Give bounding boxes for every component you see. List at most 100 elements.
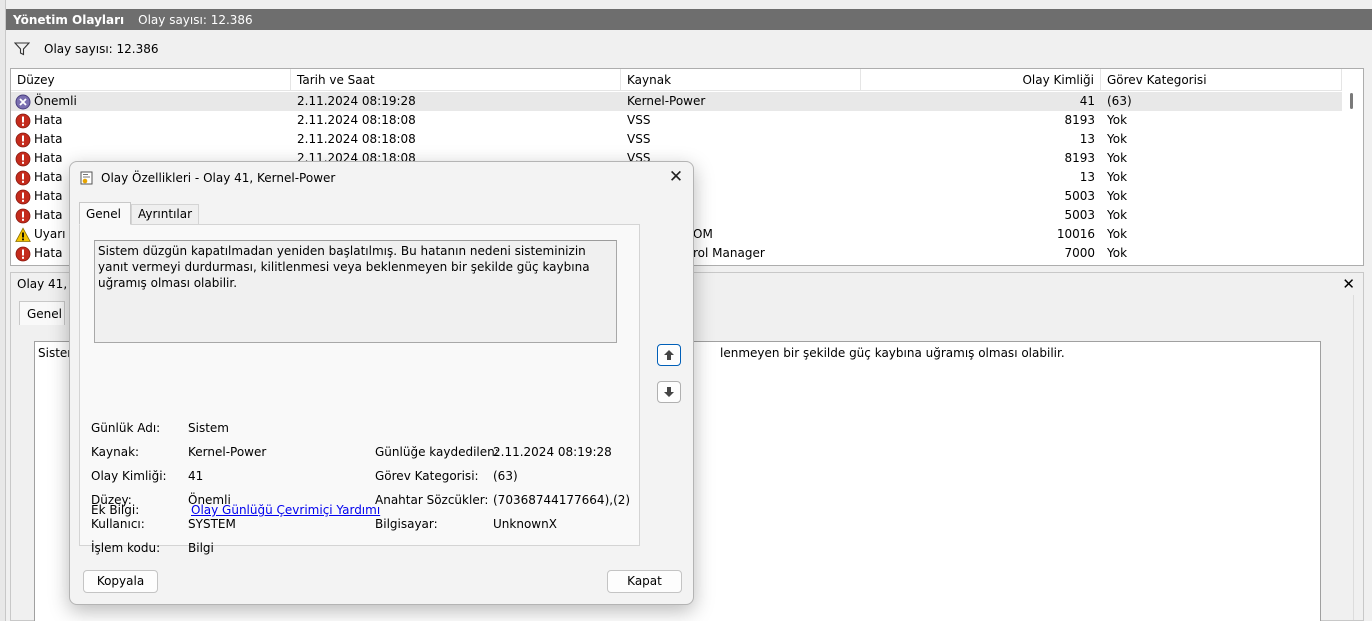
- event-id-cell: 8193: [1064, 113, 1095, 127]
- task-category-cell: Yok: [1107, 151, 1128, 165]
- table-row[interactable]: Hata 2.11.2024 08:18:08 VSS 13 Yok: [11, 130, 1342, 149]
- error-icon: [15, 113, 31, 129]
- level-text: Hata: [34, 189, 63, 203]
- dialog-title: Olay Özellikleri - Olay 41, Kernel-Power: [101, 170, 336, 185]
- next-event-button[interactable]: [657, 381, 681, 403]
- task-category-cell: Yok: [1107, 113, 1128, 127]
- event-id-cell: 13: [1079, 132, 1095, 146]
- date-cell: 2.11.2024 08:19:28: [297, 94, 416, 108]
- level-text: Hata: [34, 208, 63, 222]
- level-text: Hata: [34, 246, 63, 260]
- source-cell: Kernel-Power: [627, 94, 706, 108]
- error-icon: [15, 189, 31, 205]
- error-icon: [15, 170, 31, 186]
- computer-value: UnknownX: [493, 517, 557, 531]
- event-id-cell: 13: [1079, 170, 1095, 184]
- level-cell: Hata: [11, 111, 291, 130]
- task-category-label: Görev Kategorisi:: [375, 469, 479, 483]
- view-event-count: Olay sayısı: 12.386: [138, 12, 253, 27]
- level-text: Hata: [34, 170, 63, 184]
- filter-icon[interactable]: [14, 42, 30, 56]
- computer-label: Bilgisayar:: [375, 517, 438, 531]
- task-category-value: (63): [493, 469, 518, 483]
- source-cell: VSS: [627, 132, 651, 146]
- dialog-close-button[interactable]: ✕: [667, 167, 685, 187]
- warning-icon: [15, 226, 31, 243]
- task-category-cell: (63): [1107, 94, 1132, 108]
- tab-details[interactable]: Ayrıntılar: [131, 204, 200, 224]
- level-text: Hata: [34, 113, 63, 127]
- event-id-cell: 10016: [1056, 227, 1095, 241]
- view-title: Yönetim Olayları: [13, 12, 125, 27]
- filter-bar: Olay sayısı: 12.386: [6, 31, 1372, 67]
- table-scrollbar-thumb[interactable]: [1350, 93, 1353, 109]
- error-icon: [15, 246, 31, 262]
- event-id-cell: 8193: [1064, 151, 1095, 165]
- preview-description-right: lenmeyen bir şekilde güç kaybına uğramış…: [720, 346, 1065, 360]
- event-id-cell: 41: [1079, 94, 1095, 108]
- task-category-cell: Yok: [1107, 132, 1128, 146]
- view-header: Yönetim Olayları Olay sayısı: 12.386: [6, 9, 1372, 30]
- column-header-task-category[interactable]: Görev Kategorisi: [1101, 69, 1342, 91]
- arrow-up-icon: [664, 350, 674, 360]
- preview-close-icon[interactable]: ✕: [1342, 275, 1355, 293]
- critical-icon: [15, 94, 31, 110]
- source-label: Kaynak:: [91, 445, 140, 459]
- level-text: Hata: [34, 151, 63, 165]
- task-category-cell: Yok: [1107, 246, 1128, 260]
- previous-event-button[interactable]: [657, 344, 681, 366]
- level-text: Hata: [34, 132, 63, 146]
- event-id-cell: 5003: [1064, 208, 1095, 222]
- event-properties-dialog: Olay Özellikleri - Olay 41, Kernel-Power…: [69, 161, 694, 605]
- column-header-source[interactable]: Kaynak: [621, 69, 861, 91]
- table-header: Düzey Tarih ve Saat Kaynak Olay Kimliği …: [11, 69, 1342, 91]
- event-id-cell: 5003: [1064, 189, 1095, 203]
- level-cell: Önemli: [11, 92, 291, 111]
- log-name-value: Sistem: [188, 421, 229, 435]
- tab-general[interactable]: Genel: [79, 202, 131, 225]
- level-cell: Hata: [11, 130, 291, 149]
- task-category-cell: Yok: [1107, 208, 1128, 222]
- filter-event-count: Olay sayısı: 12.386: [44, 42, 159, 56]
- source-value: Kernel-Power: [188, 445, 267, 459]
- user-value: SYSTEM: [188, 517, 236, 531]
- error-icon: [15, 208, 31, 224]
- description-box[interactable]: Sistem düzgün kapatılmadan yeniden başla…: [94, 240, 617, 343]
- general-tab-page: Sistem düzgün kapatılmadan yeniden başla…: [79, 224, 640, 555]
- level-text: Önemli: [34, 94, 77, 108]
- task-category-cell: Yok: [1107, 170, 1128, 184]
- opcode-label: İşlem kodu:: [91, 541, 161, 555]
- keywords-value: (70368744177664),(2): [493, 493, 631, 507]
- copy-button[interactable]: Kopyala: [83, 570, 158, 593]
- column-header-level[interactable]: Düzey: [11, 69, 291, 91]
- opcode-value: Bilgi: [188, 541, 214, 555]
- event-id-label: Olay Kimliği:: [91, 469, 167, 483]
- logged-value: 2.11.2024 08:19:28: [493, 445, 612, 459]
- error-icon: [15, 151, 31, 167]
- preview-scrollbar[interactable]: [1353, 295, 1363, 620]
- arrow-down-icon: [664, 387, 674, 397]
- date-cell: 2.11.2024 08:18:08: [297, 132, 416, 146]
- date-cell: 2.11.2024 08:18:08: [297, 113, 416, 127]
- keywords-label: Anahtar Sözcükler:: [375, 493, 489, 507]
- event-id-cell: 7000: [1064, 246, 1095, 260]
- table-scrollbar[interactable]: [1342, 69, 1363, 265]
- preview-tab-general[interactable]: Genel: [19, 301, 65, 325]
- table-row[interactable]: Hata 2.11.2024 08:18:08 VSS 8193 Yok: [11, 111, 1342, 130]
- column-header-event-id[interactable]: Olay Kimliği: [861, 69, 1101, 91]
- task-category-cell: Yok: [1107, 189, 1128, 203]
- user-label: Kullanıcı:: [91, 517, 145, 531]
- level-text: Uyarı: [34, 227, 66, 241]
- left-pane-edge: [0, 0, 6, 621]
- more-info-link[interactable]: Olay Günlüğü Çevrimiçi Yardımı: [191, 503, 380, 517]
- logged-label: Günlüğe kaydedilen:: [375, 445, 499, 459]
- log-name-label: Günlük Adı:: [91, 421, 161, 435]
- table-row[interactable]: Önemli 2.11.2024 08:19:28 Kernel-Power 41 (6…: [11, 92, 1342, 111]
- close-button[interactable]: Kapat: [607, 570, 682, 593]
- event-viewer-app-icon: [80, 171, 93, 184]
- error-icon: [15, 132, 31, 148]
- task-category-cell: Yok: [1107, 227, 1128, 241]
- source-cell: VSS: [627, 113, 651, 127]
- more-info-label: Ek Bilgi:: [91, 503, 140, 517]
- column-header-date[interactable]: Tarih ve Saat: [291, 69, 621, 91]
